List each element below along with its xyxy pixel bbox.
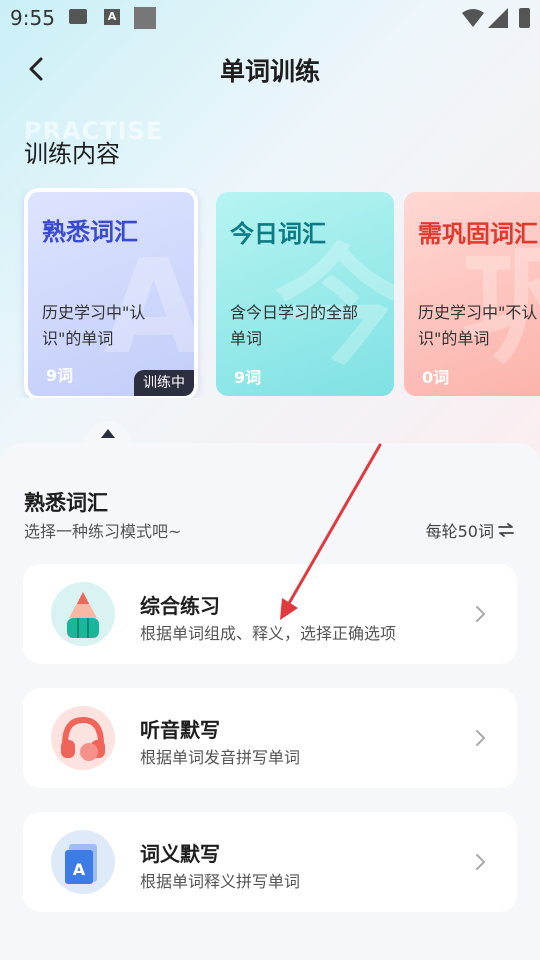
card-word-count: 9词 [234,368,262,387]
card-description: 历史学习中"不认识"的单词 [418,303,538,348]
a-notification-icon: A [104,9,120,25]
card-today-words[interactable]: 今 今日词汇 含今日学习的全部单词 9词 [216,192,394,396]
pencil-icon [51,582,115,646]
page-title: 单词训练 [219,57,320,86]
per-round-label: 每轮50词 [425,522,494,541]
mode-description: 根据单词释义拼写单词 [140,872,301,891]
card-description: 含今日学习的全部单词 [230,303,359,348]
mode-description: 根据单词发音拼写单词 [140,748,301,767]
battery-icon [519,8,530,28]
image-notification-icon [69,9,87,24]
card-title: 今日词汇 [230,219,326,248]
per-round-selector[interactable]: 每轮50词 [426,518,514,542]
sheet-subtitle: 选择一种练习模式吧~ [24,522,182,541]
mode-name: 听音默写 [140,718,220,742]
chevron-right-icon [476,606,486,622]
pointer-triangle-icon [101,429,115,438]
swap-icon [498,523,514,537]
wifi-icon [462,9,484,27]
book-icon: A [51,830,115,894]
mode-name: 综合练习 [140,594,220,618]
card-word-count: 0词 [422,368,450,387]
mode-meaning-dictation[interactable]: A 词义默写 根据单词释义拼写单词 [23,812,517,912]
card-review-words[interactable]: 巩 需巩固词汇 历史学习中"不认识"的单词 0词 [404,192,540,396]
card-description: 历史学习中"认识"的单词 [42,303,146,348]
section-title: 训练内容 [24,140,120,168]
mode-name: 词义默写 [140,842,220,866]
sheet-title: 熟悉词汇 [24,491,108,515]
card-title: 需巩固词汇 [418,219,538,248]
chevron-right-icon [476,854,486,870]
chevron-right-icon [476,730,486,746]
app-notification-icon [134,7,156,29]
card-title: 熟悉词汇 [42,217,138,246]
status-bar: 9:55 A [0,0,540,38]
mode-listen-dictation[interactable]: 听音默写 根据单词发音拼写单词 [23,688,517,788]
status-time: 9:55 [10,6,55,30]
book-icon-letter: A [73,860,86,879]
word-set-cards: A 熟悉词汇 历史学习中"认识"的单词 9词 训练中 今 今日词汇 含今日学习的… [0,188,540,398]
training-status-badge: 训练中 [134,370,194,396]
annotation-arrow-icon [280,443,382,620]
headphones-icon [51,706,115,770]
signal-icon [488,8,508,28]
card-familiar-words[interactable]: A 熟悉词汇 历史学习中"认识"的单词 9词 训练中 [24,188,198,398]
card-word-count: 9词 [46,366,74,385]
